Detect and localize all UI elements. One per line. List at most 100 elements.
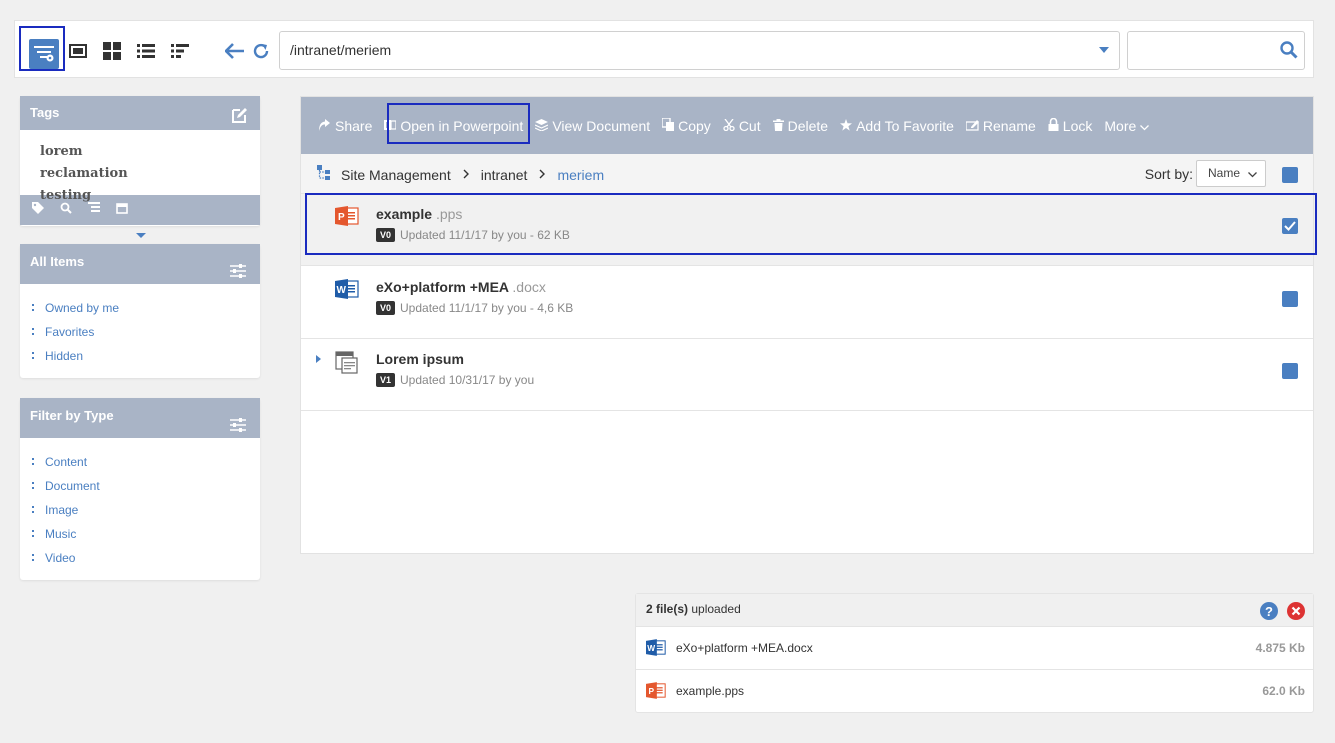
tags-title: Tags — [30, 105, 60, 120]
all-items-title: All Items — [30, 254, 85, 269]
address-path: /intranet/meriem — [290, 42, 392, 58]
thumbnails-icon[interactable] — [97, 36, 127, 66]
action-label: Copy — [678, 117, 711, 134]
all-items-header: All Items — [20, 244, 260, 284]
cover-flow-icon[interactable] — [63, 36, 93, 66]
share-button[interactable]: Share — [319, 118, 372, 134]
select-all-checkbox[interactable] — [1282, 167, 1298, 183]
all-items-panel: All Items Owned by me Favorites Hidden — [20, 244, 260, 378]
list-item-favorites[interactable]: Favorites — [30, 324, 260, 348]
rename-icon — [965, 118, 979, 134]
upload-file-size: 4.875 Kb — [1255, 641, 1305, 655]
version-badge: V0 — [376, 301, 396, 315]
add-to-favorite-button[interactable]: Add To Favorite — [840, 118, 954, 134]
chevron-down-icon — [1248, 163, 1257, 188]
caret-right-icon[interactable] — [316, 355, 321, 363]
copy-icon — [661, 116, 675, 134]
breadcrumb-site-management[interactable]: Site Management — [341, 167, 451, 183]
list-icon[interactable] — [131, 36, 161, 66]
share-icon — [319, 118, 331, 134]
all-items-list: Owned by me Favorites Hidden — [20, 284, 260, 380]
search-input[interactable] — [1127, 31, 1305, 70]
tree-icon[interactable] — [88, 201, 100, 219]
lock-icon — [1048, 117, 1059, 134]
star-icon — [840, 118, 853, 134]
filter-video[interactable]: Video — [30, 550, 260, 574]
filter-list: Content Document Image Music Video — [20, 438, 260, 582]
chevron-right-icon — [539, 168, 546, 182]
file-meta-text: Updated 11/1/17 by you - 4,6 KB — [400, 301, 574, 315]
action-label: Add To Favorite — [856, 117, 954, 134]
sort-label: Sort by: — [1144, 166, 1193, 182]
upload-file-row: W eXo+platform +MEA.docx 4.875 Kb — [636, 627, 1313, 670]
tag-item[interactable]: reclamation — [40, 166, 128, 181]
settings-sliders-icon[interactable] — [230, 410, 246, 446]
more-button[interactable]: More — [1104, 117, 1150, 134]
chevron-down-icon[interactable] — [1099, 47, 1109, 53]
cut-button[interactable]: Cut — [723, 118, 761, 134]
file-row[interactable]: W eXo+platform +MEA .docx V0 Updated 11/… — [301, 267, 1313, 339]
address-bar[interactable]: /intranet/meriem — [279, 31, 1120, 70]
file-meta-text: Updated 11/1/17 by you - 62 KB — [400, 228, 570, 242]
powerpoint-icon — [384, 118, 397, 134]
sort-value: Name — [1208, 166, 1241, 180]
search-icon[interactable] — [60, 201, 72, 219]
admin-view-icon[interactable] — [29, 39, 59, 69]
tag-icon[interactable] — [32, 201, 44, 219]
refresh-icon[interactable] — [246, 36, 276, 66]
action-label: Open in Powerpoint — [400, 117, 524, 134]
list-item-hidden[interactable]: Hidden — [30, 348, 260, 372]
filter-content[interactable]: Content — [30, 454, 260, 478]
calendar-icon[interactable] — [116, 201, 128, 219]
tag-item[interactable]: lorem — [40, 144, 83, 159]
list-item-owned-by-me[interactable]: Owned by me — [30, 300, 260, 324]
delete-button[interactable]: Delete — [772, 118, 828, 134]
svg-text:W: W — [647, 643, 655, 653]
settings-sliders-icon[interactable] — [230, 256, 246, 292]
filter-music[interactable]: Music — [30, 526, 260, 550]
view-document-button[interactable]: View Document — [535, 118, 650, 134]
upload-header: 2 file(s) uploaded ? — [636, 594, 1313, 627]
open-in-powerpoint-button[interactable]: Open in Powerpoint — [384, 118, 523, 134]
row-checkbox-checked[interactable] — [1282, 218, 1298, 234]
file-row[interactable]: Lorem ipsum V1 Updated 10/31/17 by you — [301, 339, 1313, 411]
file-row[interactable]: P example .pps V0 Updated 11/1/17 by you… — [301, 194, 1313, 266]
file-meta: V0 Updated 11/1/17 by you - 4,6 KB — [376, 301, 573, 315]
action-label: View Document — [552, 117, 651, 134]
content-file-icon — [335, 351, 359, 380]
row-checkbox[interactable] — [1282, 363, 1298, 379]
file-meta: V0 Updated 11/1/17 by you - 62 KB — [376, 228, 570, 242]
powerpoint-file-icon: P — [335, 206, 359, 231]
copy-button[interactable]: Copy — [661, 116, 711, 134]
tags-panel-header: Tags — [20, 96, 260, 130]
top-toolbar: /intranet/meriem — [14, 20, 1314, 78]
search-icon[interactable] — [1280, 41, 1298, 64]
file-name[interactable]: Lorem ipsum — [376, 351, 464, 367]
filter-document[interactable]: Document — [30, 478, 260, 502]
row-checkbox[interactable] — [1282, 291, 1298, 307]
file-meta: V1 Updated 10/31/17 by you — [376, 373, 534, 387]
chevron-down-icon — [1140, 118, 1150, 134]
cut-icon — [723, 118, 735, 134]
action-label: Cut — [738, 117, 761, 134]
lock-button[interactable]: Lock — [1048, 117, 1092, 134]
edit-icon[interactable] — [230, 104, 248, 138]
breadcrumb: Site Management intranet meriem — [317, 165, 604, 184]
word-file-icon: W — [335, 279, 359, 304]
file-name[interactable]: eXo+platform +MEA .docx — [376, 279, 546, 295]
filter-title: Filter by Type — [30, 408, 114, 423]
upload-count: 2 file(s) — [646, 602, 689, 616]
breadcrumb-meriem[interactable]: meriem — [557, 167, 604, 183]
svg-text:W: W — [337, 285, 347, 296]
tags-panel: Tags lorem reclamation testing — [20, 96, 260, 226]
chevron-down-icon[interactable] — [136, 233, 146, 238]
sort-select[interactable]: Name — [1196, 160, 1266, 187]
tree-icon[interactable] — [165, 36, 195, 66]
rename-button[interactable]: Rename — [965, 118, 1036, 134]
file-name[interactable]: example .pps — [376, 206, 462, 222]
breadcrumb-intranet[interactable]: intranet — [481, 167, 528, 183]
action-label: More — [1104, 117, 1137, 134]
trash-icon — [772, 118, 784, 134]
filter-image[interactable]: Image — [30, 502, 260, 526]
svg-text:P: P — [649, 686, 655, 696]
